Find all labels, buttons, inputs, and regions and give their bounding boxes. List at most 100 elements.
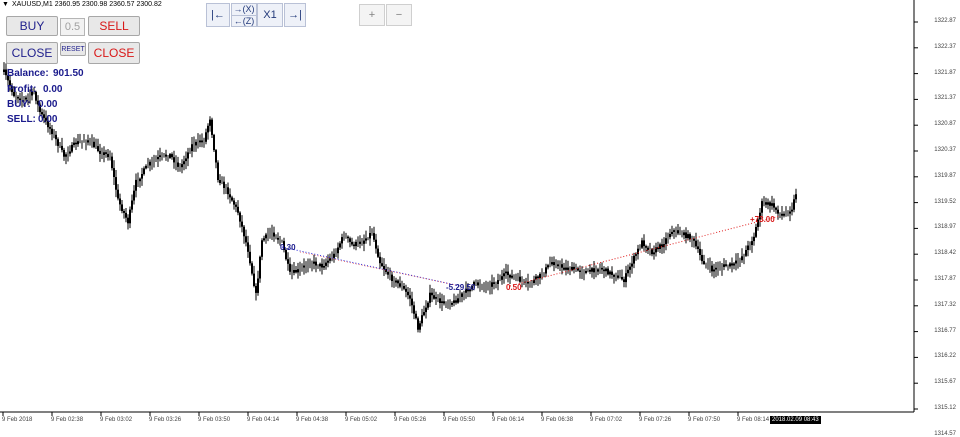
candle-body [565, 267, 567, 270]
trade-label: 0.30 [280, 243, 296, 252]
dropdown-triangle-icon: ▼ [2, 1, 9, 8]
price-tick-label: 1316.22 [934, 353, 956, 360]
current-time-marker: 2018.02.09 08:43 [770, 416, 821, 424]
candle-body [149, 161, 151, 166]
candle-body [775, 207, 777, 210]
price-tick-label: 1315.12 [934, 405, 956, 411]
price-chart[interactable]: 0.30 -5.29.50 0.50 +73.00 [0, 0, 960, 428]
price-tick-label: 1321.87 [934, 69, 956, 76]
candle-body [315, 261, 317, 266]
zoom-out-button[interactable]: − [386, 4, 412, 26]
candle-body [313, 261, 315, 264]
go-first-button[interactable]: |← [206, 3, 230, 27]
step-forward-button[interactable]: →(X) [232, 4, 256, 15]
candle-body [403, 286, 405, 289]
buy-total-value: 0.00 [38, 99, 58, 110]
candle-body [753, 236, 755, 242]
candle-body [209, 119, 211, 126]
candle-body [747, 245, 749, 250]
close-buy-button[interactable]: CLOSE [6, 42, 58, 64]
price-tick-label: 1318.42 [934, 250, 956, 257]
candle-body [425, 307, 427, 313]
candle-body [545, 267, 547, 274]
candle-body [761, 201, 763, 213]
candle-body [249, 251, 251, 264]
price-tick-label: 1320.37 [934, 147, 956, 153]
candle-body [621, 277, 623, 280]
candle-body [503, 273, 505, 277]
candle-body [711, 265, 713, 272]
candle-body [157, 157, 159, 160]
candle-body [789, 211, 791, 214]
candle-body [713, 269, 715, 272]
candle-body [665, 238, 667, 245]
candle-body [129, 209, 131, 224]
candle-body [347, 236, 349, 239]
candle-body [69, 151, 71, 154]
candle-body [597, 269, 599, 272]
step-back-button[interactable]: ←(Z) [232, 14, 256, 27]
candle-body [611, 271, 613, 275]
buy-total-label: BUY: [7, 99, 31, 110]
time-tick-label: 9 Feb 07:50 [688, 417, 721, 423]
candle-body [239, 212, 241, 222]
candle-body [73, 142, 75, 145]
candle-body [551, 262, 553, 265]
candle-body [169, 154, 171, 158]
sell-button[interactable]: SELL [88, 16, 140, 36]
zoom-in-button[interactable]: + [359, 4, 385, 26]
candle-body [765, 202, 767, 205]
reset-button[interactable]: RESET [60, 42, 86, 56]
candle-body [139, 178, 141, 182]
candle-body [235, 204, 237, 207]
candle-body [77, 141, 79, 145]
candle-body [601, 267, 603, 270]
candle-body [123, 211, 125, 213]
candle-body [455, 300, 457, 303]
candle-body [185, 158, 187, 162]
candle-body [439, 298, 441, 303]
candle-body [607, 268, 609, 275]
candle-body [199, 140, 201, 143]
lot-size-input[interactable] [60, 18, 85, 36]
candle-body [687, 234, 689, 239]
candle-body [725, 264, 727, 266]
candle-body [751, 241, 753, 245]
candle-body [97, 146, 99, 151]
candle-body [293, 270, 295, 273]
candle-body [651, 249, 653, 255]
candle-body [579, 270, 581, 272]
candle-body [767, 202, 769, 205]
candle-body [365, 238, 367, 241]
candle-body [205, 132, 207, 142]
candle-body [263, 238, 265, 241]
buy-row: BUY: 0.00 [7, 99, 57, 110]
step-buttons: →(X) ←(Z) [231, 3, 257, 27]
close-sell-button[interactable]: CLOSE [88, 42, 140, 64]
candle-body [685, 232, 687, 238]
candle-body [135, 179, 137, 191]
candle-body [181, 164, 183, 168]
speed-x1-button[interactable]: X1 [257, 3, 283, 27]
go-last-button[interactable]: →| [284, 3, 306, 27]
candle-body [415, 313, 417, 319]
buy-button[interactable]: BUY [6, 16, 58, 36]
price-tick-label: 1316.77 [934, 327, 956, 334]
candle-body [501, 276, 503, 280]
candle-body [337, 247, 339, 254]
candle-body [217, 162, 219, 180]
candle-body [755, 227, 757, 237]
candle-body [207, 125, 209, 133]
candle-body [105, 152, 107, 154]
candle-body [505, 271, 507, 274]
time-tick-label: 9 Feb 03:02 [100, 417, 133, 423]
candle-body [3, 69, 5, 72]
candle-body [133, 190, 135, 201]
buy-trade-line [281, 246, 461, 287]
time-tick-label: 9 Feb 02:38 [51, 417, 84, 423]
candle-body [211, 119, 213, 135]
candle-body [435, 297, 437, 299]
candle-body [349, 238, 351, 242]
candle-body [183, 161, 185, 165]
candle-body [421, 315, 423, 324]
